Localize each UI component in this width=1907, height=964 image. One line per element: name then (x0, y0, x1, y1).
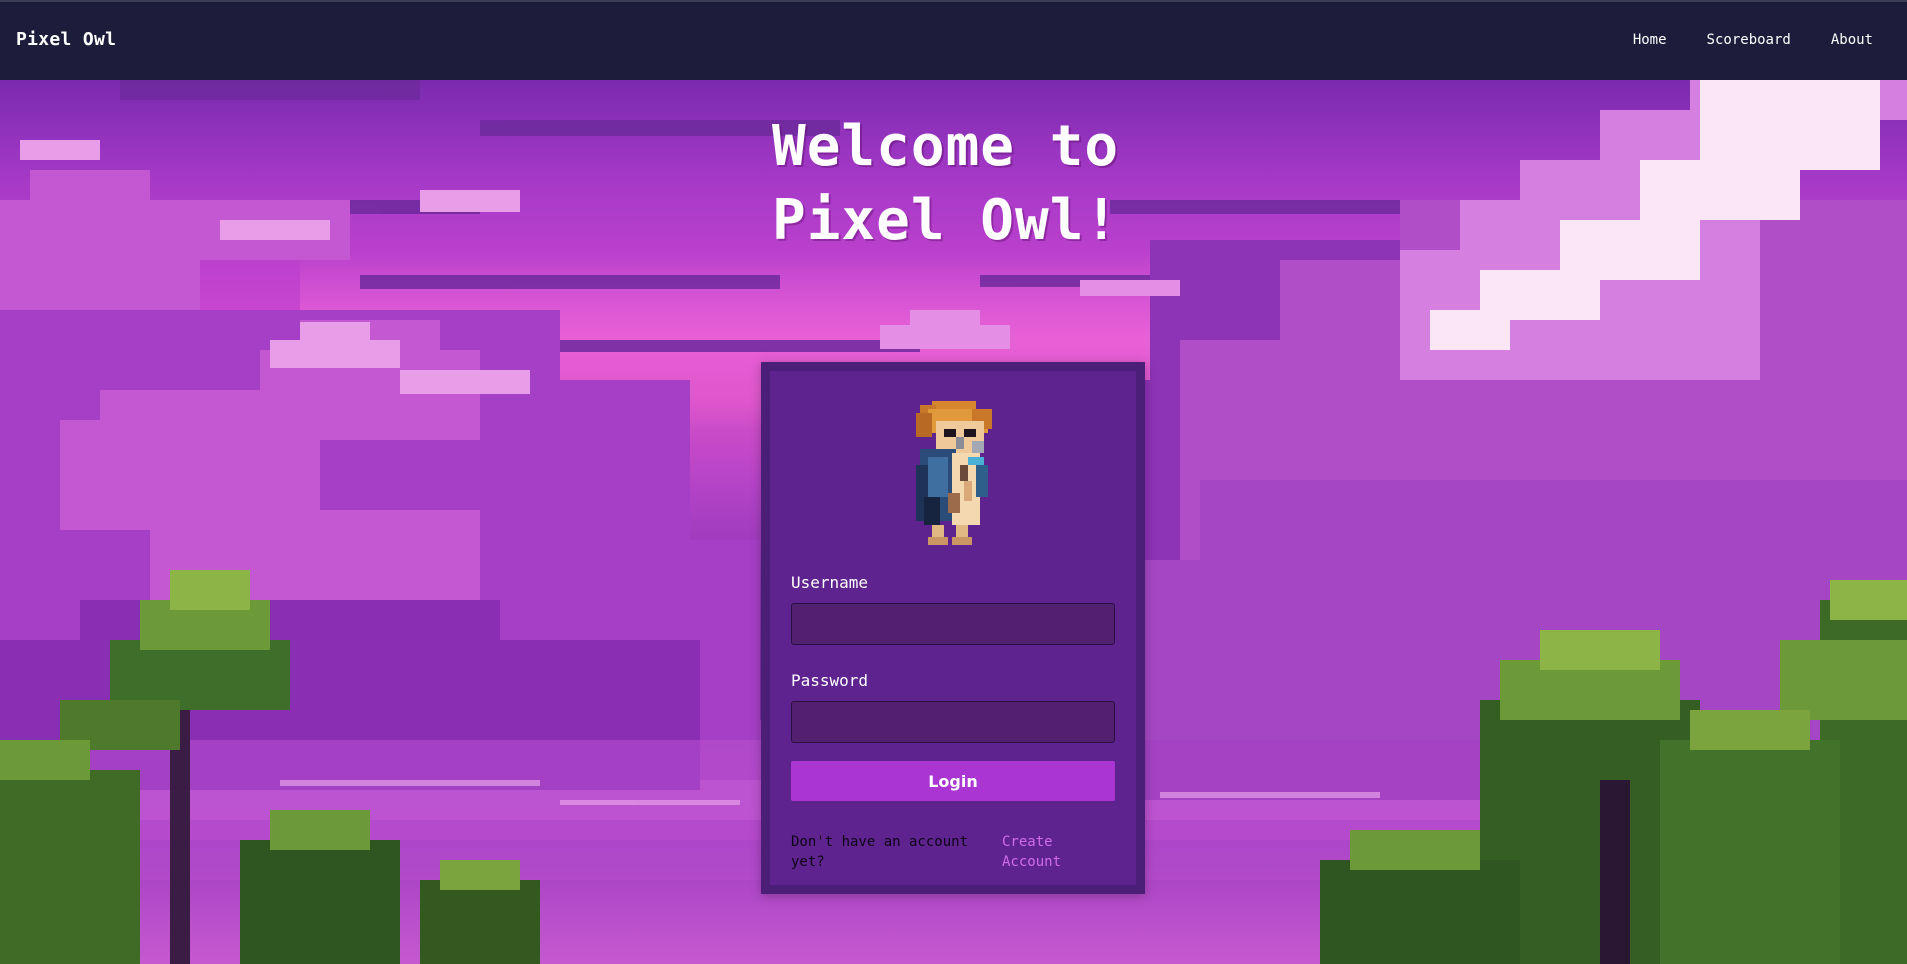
create-account-link[interactable]: Create Account (1002, 832, 1092, 872)
nav-link-about[interactable]: About (1831, 32, 1873, 48)
signup-prompt: Don't have an account yet? (791, 834, 969, 870)
welcome-heading: Welcome to Pixel Owl! (772, 110, 1192, 258)
login-card: Username Password Login Don't have an ac… (761, 362, 1145, 894)
welcome-line-2: Pixel Owl! (772, 188, 1120, 253)
welcome-line-1: Welcome to (772, 114, 1120, 179)
top-navbar: Pixel Owl Home Scoreboard About (0, 0, 1907, 80)
password-label: Password (791, 671, 869, 690)
username-label: Username (791, 573, 869, 592)
nav-link-scoreboard[interactable]: Scoreboard (1707, 32, 1791, 48)
password-input[interactable] (791, 701, 1115, 743)
brand-logo[interactable]: Pixel Owl (16, 29, 116, 50)
login-card-body: Username Password Login Don't have an ac… (770, 371, 1136, 885)
nav-links: Home Scoreboard About (1633, 32, 1907, 48)
nav-link-home[interactable]: Home (1633, 32, 1667, 48)
pixel-owl-icon (916, 401, 992, 545)
login-button[interactable]: Login (791, 761, 1115, 801)
username-input[interactable] (791, 603, 1115, 645)
